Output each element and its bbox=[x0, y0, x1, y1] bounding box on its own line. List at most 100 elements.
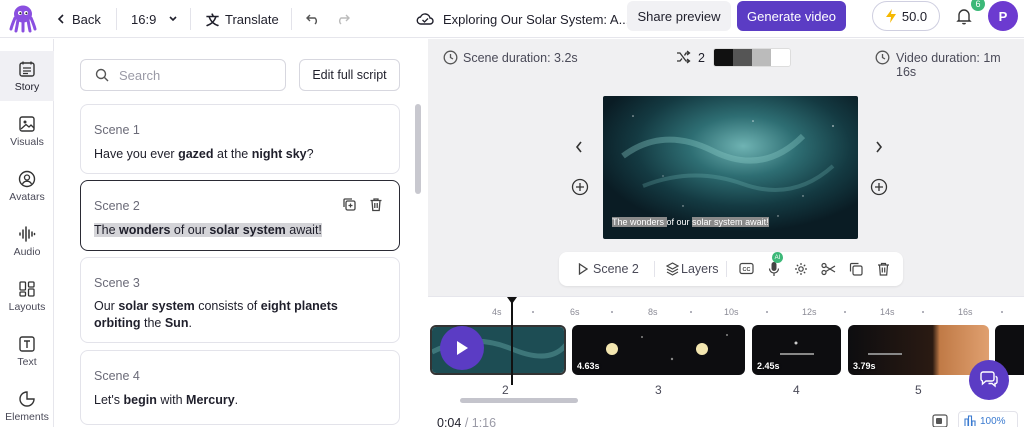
delete-scene-icon[interactable] bbox=[877, 262, 890, 276]
duplicate-scene-icon[interactable] bbox=[849, 262, 863, 276]
text-segment: of our bbox=[170, 223, 210, 237]
timeline-clip-5[interactable]: 3.79s bbox=[848, 325, 989, 375]
caption-segment: of our bbox=[666, 217, 693, 227]
play-button[interactable] bbox=[440, 326, 484, 370]
play-scene-label[interactable]: Scene 2 bbox=[593, 262, 639, 276]
clip-duration: 2.45s bbox=[757, 361, 780, 371]
add-scene-after-icon[interactable] bbox=[870, 178, 888, 196]
scene-text[interactable]: Our solar system consists of eight plane… bbox=[94, 298, 386, 332]
playhead-handle-icon[interactable] bbox=[507, 297, 517, 304]
zoom-value: 100% bbox=[980, 415, 1006, 427]
scene-card-4[interactable]: Scene 4 Let's begin with Mercury. bbox=[80, 350, 400, 425]
bold-keyword: solar system bbox=[209, 223, 286, 237]
octopus-logo-icon[interactable] bbox=[8, 3, 38, 33]
bold-keyword: begin bbox=[123, 393, 157, 407]
project-title[interactable]: Exploring Our Solar System: A... bbox=[416, 0, 629, 38]
scene-title: Scene 3 bbox=[94, 276, 140, 290]
credits-button[interactable]: 50.0 bbox=[872, 1, 940, 31]
user-avatar[interactable]: P bbox=[988, 1, 1018, 31]
bold-keyword: solar system bbox=[118, 299, 195, 313]
tick-dot bbox=[1001, 311, 1003, 313]
duplicate-icon[interactable] bbox=[342, 197, 357, 212]
bold-keyword: gazed bbox=[178, 147, 214, 161]
chevron-right-icon[interactable] bbox=[874, 140, 884, 154]
cloud-saved-icon bbox=[416, 12, 434, 26]
color-palette-swatches[interactable] bbox=[713, 48, 791, 67]
back-button[interactable]: Back bbox=[56, 0, 101, 38]
layers-icon[interactable] bbox=[666, 262, 679, 276]
text-segment: The bbox=[94, 223, 120, 237]
generate-video-button[interactable]: Generate video bbox=[737, 1, 846, 31]
text-icon bbox=[18, 335, 36, 353]
play-icon bbox=[455, 340, 469, 356]
clip-duration: 3.79s bbox=[853, 361, 876, 371]
nav-item-audio[interactable]: Audio bbox=[0, 216, 54, 266]
settings-gear-icon[interactable] bbox=[794, 262, 808, 276]
swatch bbox=[771, 49, 790, 66]
redo-button[interactable] bbox=[335, 0, 351, 38]
nav-item-layouts[interactable]: Layouts bbox=[0, 271, 54, 321]
scissors-icon[interactable] bbox=[821, 262, 836, 276]
nav-item-visuals[interactable]: Visuals bbox=[0, 106, 54, 156]
time-tick: 6s bbox=[570, 307, 580, 317]
scene-toolbar: Scene 2 Layers CC AI bbox=[559, 252, 903, 286]
tick-dot bbox=[766, 311, 768, 313]
text-segment: Have you ever bbox=[94, 147, 179, 161]
toolbar-divider bbox=[654, 261, 655, 277]
time-tick: 12s bbox=[802, 307, 817, 317]
undo-button[interactable] bbox=[305, 0, 321, 38]
nav-item-text[interactable]: Text bbox=[0, 326, 54, 376]
chat-support-button[interactable] bbox=[969, 360, 1009, 400]
total-time: / 1:16 bbox=[461, 416, 497, 427]
tick-dot bbox=[844, 311, 846, 313]
timeline-clip-3[interactable]: 4.63s bbox=[572, 325, 745, 375]
video-preview[interactable]: The wonders of our solar system await! bbox=[603, 96, 858, 239]
scene-text[interactable]: The wonders of our solar system await! bbox=[94, 222, 386, 239]
share-preview-button[interactable]: Share preview bbox=[627, 1, 731, 31]
text-segment: . bbox=[234, 393, 239, 407]
nav-item-avatars[interactable]: Avatars bbox=[0, 161, 54, 211]
clip-number: 5 bbox=[915, 383, 922, 397]
play-scene-icon[interactable] bbox=[578, 263, 588, 275]
notification-count-badge: 6 bbox=[971, 0, 985, 11]
nav-item-story[interactable]: Story bbox=[0, 51, 54, 101]
text-segment: Our bbox=[94, 299, 119, 313]
chevron-left-icon[interactable] bbox=[574, 140, 584, 154]
trash-icon[interactable] bbox=[369, 197, 383, 212]
nav-item-elements[interactable]: Elements bbox=[0, 381, 54, 431]
elements-icon bbox=[18, 390, 36, 408]
scene-card-1[interactable]: Scene 1 Have you ever gazed at the night… bbox=[80, 104, 400, 174]
bold-keyword: Sun bbox=[164, 316, 189, 330]
tick-dot bbox=[532, 311, 534, 313]
scene-card-2[interactable]: Scene 2 The wonders of our solar system … bbox=[80, 180, 400, 251]
caption-segment: solar system bbox=[692, 217, 743, 227]
search-input[interactable]: Search bbox=[80, 59, 286, 91]
layers-label[interactable]: Layers bbox=[681, 262, 719, 276]
timeline-clip-4[interactable]: 2.45s bbox=[752, 325, 841, 375]
playback-time: 0:04 / 1:16 bbox=[437, 416, 496, 427]
scene-title: Scene 4 bbox=[94, 369, 140, 383]
microphone-icon[interactable] bbox=[768, 261, 780, 277]
fit-view-icon[interactable] bbox=[932, 414, 948, 427]
scene-text[interactable]: Let's begin with Mercury. bbox=[94, 392, 386, 409]
tick-dot bbox=[922, 311, 924, 313]
text-segment: ? bbox=[306, 147, 314, 161]
edit-full-script-button[interactable]: Edit full script bbox=[299, 59, 400, 91]
shuffle-icon[interactable] bbox=[676, 50, 691, 64]
aspect-ratio-dropdown[interactable]: 16:9 bbox=[131, 0, 178, 38]
playhead[interactable] bbox=[511, 297, 513, 385]
text-segment: . bbox=[188, 316, 192, 330]
timeline-scrollbar[interactable] bbox=[460, 398, 578, 403]
add-scene-before-icon[interactable] bbox=[571, 178, 589, 196]
scene-text[interactable]: Have you ever gazed at the night sky? bbox=[94, 146, 386, 163]
translate-button[interactable]: 文 Translate bbox=[206, 0, 279, 38]
notifications-button[interactable] bbox=[954, 6, 974, 26]
back-label: Back bbox=[72, 11, 101, 27]
nav-label: Elements bbox=[5, 410, 49, 423]
scene-card-3[interactable]: Scene 3 Our solar system consists of eig… bbox=[80, 257, 400, 343]
closed-captions-icon[interactable]: CC bbox=[739, 262, 754, 275]
zoom-control[interactable]: 100% bbox=[958, 411, 1018, 427]
divider bbox=[116, 8, 117, 30]
time-tick: 8s bbox=[648, 307, 658, 317]
scrollbar[interactable] bbox=[415, 104, 421, 194]
